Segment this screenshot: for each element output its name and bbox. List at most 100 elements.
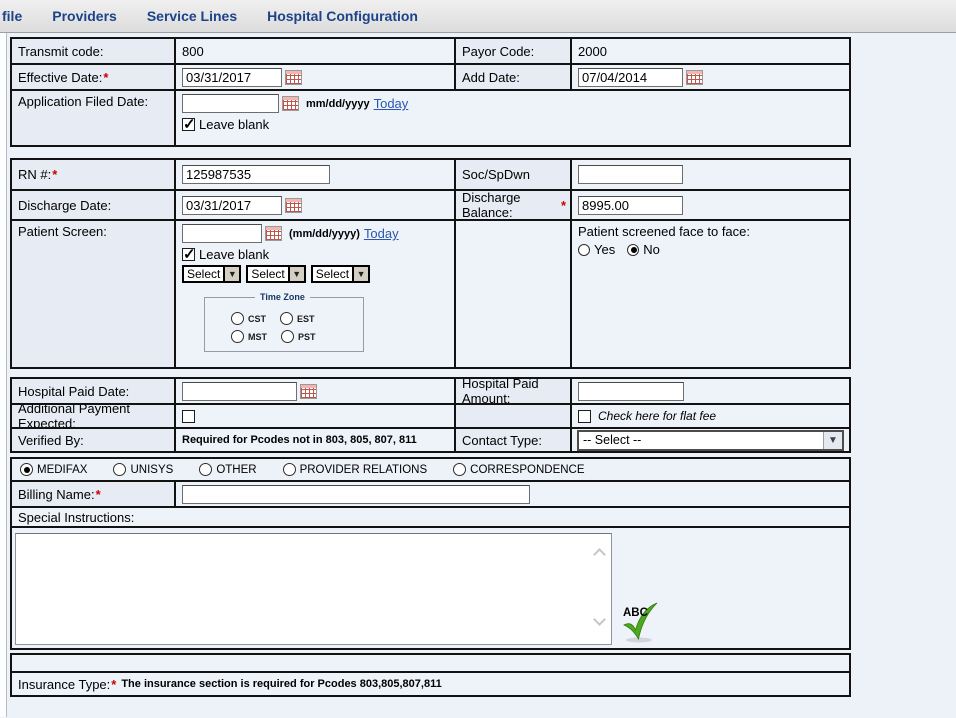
calendar-icon[interactable] bbox=[285, 70, 302, 85]
flat-fee-label: Check here for flat fee bbox=[598, 409, 716, 423]
other-radio[interactable] bbox=[199, 463, 212, 476]
soc-spdwn-label: Soc/SpDwn bbox=[454, 160, 570, 189]
table-row: Patient Screen: (mm/dd/yyyy) Today Leave… bbox=[12, 219, 849, 367]
additional-payment-label: Additional Payment Expected: bbox=[12, 405, 174, 427]
face-to-face-no-radio[interactable] bbox=[627, 244, 639, 256]
table-row: RN #:* Soc/SpDwn bbox=[12, 160, 849, 189]
leave-blank-checkbox[interactable] bbox=[182, 248, 195, 261]
contact-type-select[interactable]: -- Select -- ▼ bbox=[577, 430, 844, 451]
face-to-face-label: Patient screened face to face: bbox=[578, 224, 750, 239]
calendar-icon[interactable] bbox=[282, 96, 299, 111]
table-row: Billing Name:* bbox=[12, 480, 849, 506]
effective-date-input[interactable] bbox=[182, 68, 282, 87]
table-row: Discharge Date: Discharge Balance:* bbox=[12, 189, 849, 219]
correspondence-radio[interactable] bbox=[453, 463, 466, 476]
leave-blank-label: Leave blank bbox=[199, 247, 269, 262]
special-instructions-cell: ABC bbox=[12, 528, 849, 648]
medifax-radio[interactable] bbox=[20, 463, 33, 476]
patient-screen-cell: (mm/dd/yyyy) Today Leave blank Select▼ S… bbox=[174, 221, 454, 367]
table-row: Transmit code: 800 Payor Code: 2000 bbox=[12, 39, 849, 63]
application-filed-date-input[interactable] bbox=[182, 94, 279, 113]
mst-radio[interactable] bbox=[231, 330, 244, 343]
date-format-hint: (mm/dd/yyyy) bbox=[289, 228, 360, 240]
face-to-face-yes-radio[interactable] bbox=[578, 244, 590, 256]
discharge-date-label: Discharge Date: bbox=[12, 191, 174, 219]
special-instructions-label: Special Instructions: bbox=[12, 508, 849, 526]
add-date-input[interactable] bbox=[578, 68, 683, 87]
effective-date-cell bbox=[174, 65, 454, 89]
screen-time-select-2[interactable]: Select▼ bbox=[246, 265, 305, 283]
leave-blank-label: Leave blank bbox=[199, 117, 269, 132]
calendar-icon[interactable] bbox=[265, 226, 282, 241]
patient-screen-date-input[interactable] bbox=[182, 224, 262, 243]
section-payment: Hospital Paid Date: Hospital Paid Amount… bbox=[10, 377, 851, 453]
calendar-icon[interactable] bbox=[285, 198, 302, 213]
rn-number-cell bbox=[174, 160, 454, 189]
calendar-icon[interactable] bbox=[300, 384, 317, 399]
table-row: Effective Date:* Add Date: bbox=[12, 63, 849, 89]
hospital-paid-amount-label: Hospital Paid Amount: bbox=[454, 379, 570, 403]
insurance-type-note: The insurance section is required for Pc… bbox=[121, 678, 441, 690]
provider-relations-radio[interactable] bbox=[283, 463, 296, 476]
spellcheck-icon[interactable]: ABC bbox=[621, 601, 661, 646]
transmit-code-label: Transmit code: bbox=[12, 39, 174, 63]
additional-payment-checkbox[interactable] bbox=[182, 410, 195, 423]
empty-cell bbox=[454, 405, 570, 427]
add-date-label: Add Date: bbox=[454, 65, 570, 89]
required-asterisk: * bbox=[103, 70, 108, 85]
discharge-date-cell bbox=[174, 191, 454, 219]
empty-row bbox=[12, 655, 849, 671]
today-link[interactable]: Today bbox=[374, 96, 409, 111]
leave-blank-checkbox[interactable] bbox=[182, 118, 195, 131]
required-asterisk: * bbox=[96, 487, 101, 502]
scroll-down-icon[interactable] bbox=[593, 613, 606, 626]
hospital-paid-amount-input[interactable] bbox=[578, 382, 684, 401]
date-format-hint: mm/dd/yyyy bbox=[306, 98, 370, 110]
insurance-type-label: Insurance Type: bbox=[18, 677, 110, 692]
billing-name-input[interactable] bbox=[182, 485, 530, 504]
transmit-code-value: 800 bbox=[174, 39, 454, 63]
calendar-icon[interactable] bbox=[686, 70, 703, 85]
flat-fee-checkbox[interactable] bbox=[578, 410, 591, 423]
chevron-down-icon: ▼ bbox=[288, 267, 304, 281]
discharge-balance-label: Discharge Balance:* bbox=[454, 191, 570, 219]
unisys-radio[interactable] bbox=[113, 463, 126, 476]
application-filed-date-cell: mm/dd/yyyy Today Leave blank bbox=[174, 91, 849, 145]
effective-date-label: Effective Date:* bbox=[12, 65, 174, 89]
special-instructions-textarea[interactable] bbox=[15, 533, 612, 645]
payor-code-value: 2000 bbox=[570, 39, 849, 63]
top-nav: file Providers Service Lines Hospital Co… bbox=[0, 0, 956, 33]
pst-radio[interactable] bbox=[281, 330, 294, 343]
discharge-balance-input[interactable] bbox=[578, 196, 683, 215]
rn-number-input[interactable] bbox=[182, 165, 330, 184]
flat-fee-cell: Check here for flat fee bbox=[570, 405, 849, 427]
required-asterisk: * bbox=[111, 677, 116, 692]
required-asterisk: * bbox=[561, 198, 566, 213]
section-codes: Transmit code: 800 Payor Code: 2000 Effe… bbox=[10, 37, 851, 147]
est-radio[interactable] bbox=[280, 312, 293, 325]
discharge-date-input[interactable] bbox=[182, 196, 282, 215]
hospital-paid-date-input[interactable] bbox=[182, 382, 297, 401]
verified-by-label: Verified By: bbox=[12, 429, 174, 451]
verified-by-note-cell: Required for Pcodes not in 803, 805, 807… bbox=[174, 429, 454, 451]
insurance-type-row: Insurance Type:* The insurance section i… bbox=[12, 671, 849, 695]
chevron-down-icon: ▼ bbox=[823, 432, 842, 449]
rn-number-label: RN #:* bbox=[12, 160, 174, 189]
time-zone-fieldset: Time Zone CST EST MST PST bbox=[204, 292, 364, 352]
cst-radio[interactable] bbox=[231, 312, 244, 325]
screen-time-select-1[interactable]: Select▼ bbox=[182, 265, 241, 283]
nav-item-providers[interactable]: Providers bbox=[52, 8, 117, 24]
today-link[interactable]: Today bbox=[364, 226, 399, 241]
screen-time-select-3[interactable]: Select▼ bbox=[311, 265, 370, 283]
contact-type-cell: -- Select -- ▼ bbox=[570, 429, 849, 451]
section-patient: RN #:* Soc/SpDwn Discharge Date: Dischar… bbox=[10, 158, 851, 369]
scroll-up-icon[interactable] bbox=[593, 548, 606, 561]
hospital-paid-amount-cell bbox=[570, 379, 849, 403]
billing-name-cell bbox=[174, 482, 849, 506]
nav-item-file[interactable]: file bbox=[2, 8, 22, 24]
svg-text:ABC: ABC bbox=[623, 607, 648, 619]
soc-spdwn-input[interactable] bbox=[578, 165, 683, 184]
nav-item-service-lines[interactable]: Service Lines bbox=[147, 8, 237, 24]
nav-item-hospital-configuration[interactable]: Hospital Configuration bbox=[267, 8, 418, 24]
verification-source-row: MEDIFAX UNISYS OTHER PROVIDER RELATIONS … bbox=[12, 459, 849, 480]
